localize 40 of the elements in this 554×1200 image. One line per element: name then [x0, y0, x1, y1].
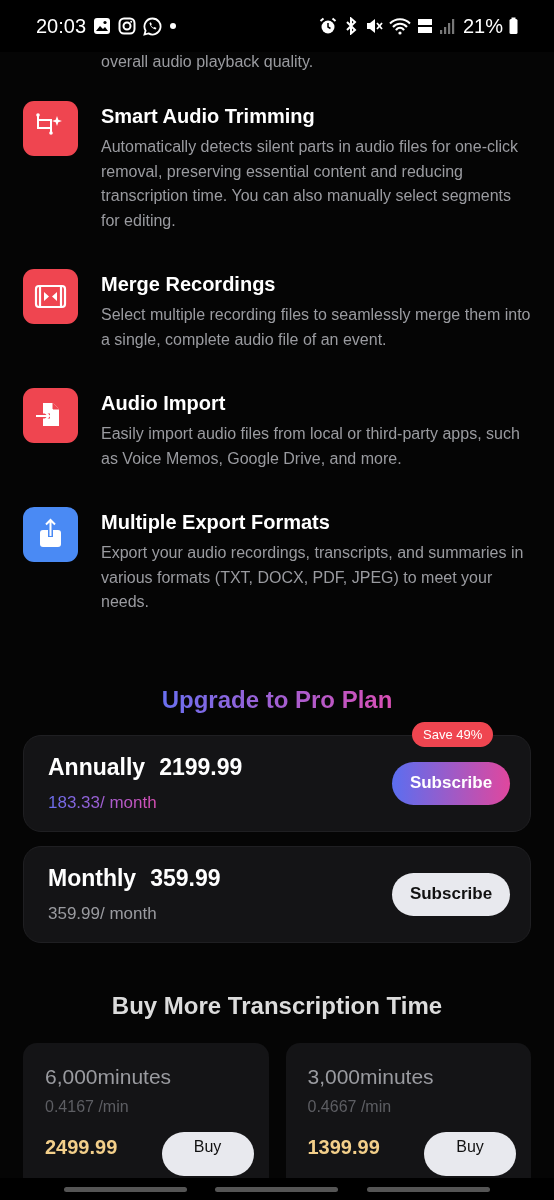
feature-description: overall audio playback quality.	[101, 52, 315, 72]
feature-title: Audio Import	[101, 391, 227, 416]
gallery-icon	[93, 17, 112, 35]
plan-name: Annually	[48, 753, 146, 781]
pack-minutes: 6,000minutes	[45, 1064, 173, 1089]
signal-icon	[438, 17, 455, 35]
subscribe-button[interactable]: Subscribe	[392, 872, 510, 916]
feature-title: Merge Recordings	[101, 272, 277, 297]
clock-time: 20:03	[36, 14, 87, 38]
plan-name: Monthly	[48, 864, 137, 892]
mute-icon	[364, 17, 383, 35]
pack-minutes: 3,000minutes	[307, 1064, 435, 1089]
feature-description: Export your audio recordings, transcripts, and summaries in various formats (TXT, DOCX, PDF, JPEG) to meet your needs.	[101, 543, 525, 612]
plan-price: 2199.99	[159, 753, 243, 781]
pack-price: 1399.99	[307, 1135, 380, 1159]
alarm-icon	[318, 17, 337, 35]
feature-title: Multiple Export Formats	[101, 510, 331, 535]
buy-button[interactable]: Buy	[161, 1131, 254, 1176]
nav-bar-handle[interactable]	[64, 1186, 188, 1192]
discount-badge: Save 49%	[412, 721, 494, 747]
section-title: Buy More Transcription Time	[110, 990, 444, 1021]
battery-icon	[509, 17, 518, 35]
nav-bar-handle[interactable]	[215, 1186, 339, 1192]
chat-icon	[143, 16, 163, 36]
feature-title: Smart Audio Trimming	[101, 104, 316, 129]
nav-bar-handle[interactable]	[366, 1186, 490, 1192]
pack-rate: 0.4667 /min	[307, 1097, 393, 1116]
monthly-price: 359.99/ month	[48, 903, 158, 924]
dot-icon	[169, 22, 178, 30]
feature-description: Automatically detects silent parts in audio files for one-click removal, preserving essential content and reducing transcription time. You can also manually select segments for editing.	[101, 137, 520, 231]
feature-description: Select multiple recording files to seamlessly merge them into a single, complete audio file of an event.	[101, 305, 531, 350]
plan-price: 359.99	[150, 864, 221, 892]
subscribe-button[interactable]: Subscribe	[392, 761, 510, 805]
battery-percent: 21%	[462, 14, 503, 38]
camera-icon	[118, 17, 137, 35]
wifi-icon	[388, 17, 411, 35]
pack-rate: 0.4167 /min	[45, 1097, 130, 1116]
buy-button[interactable]: Buy	[424, 1131, 516, 1176]
pack-price: 2499.99	[45, 1135, 118, 1159]
feature-description: Easily import audio files from local or third-party apps, such as Voice Memos, Google Drive, and more.	[101, 424, 521, 469]
